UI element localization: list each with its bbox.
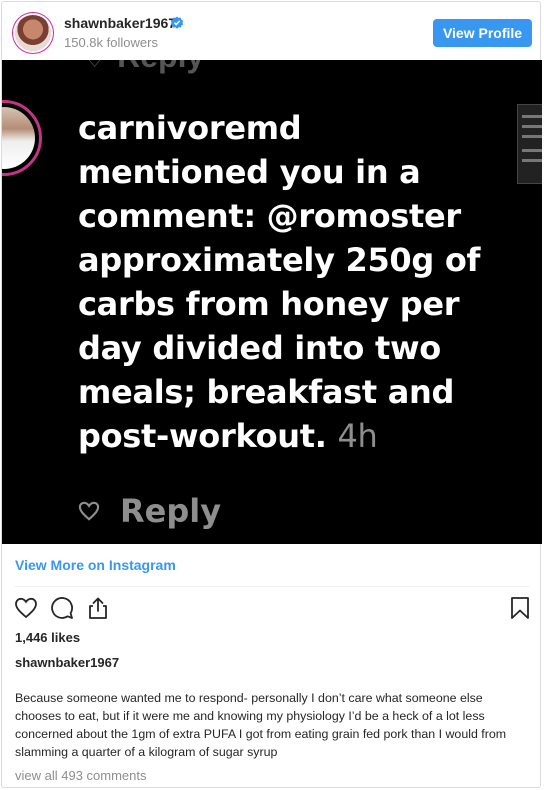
commenter-username: carnivoremd [78,109,302,147]
action-bar [14,596,530,620]
mention-handle: @romoster [266,197,462,235]
comment-icon[interactable] [50,596,74,620]
bottom-reply-text: Reply [78,492,221,530]
bookmark-icon[interactable] [508,596,532,620]
mention-notification-text: carnivoremd mentioned you in a comment: … [78,106,518,458]
commenter-avatar [2,100,42,176]
instagram-embed-card: shawnbaker1967 150.8k followers View Pro… [1,1,542,788]
follower-count: 150.8k followers [64,35,158,50]
divider [15,586,529,587]
mention-comment: approximately 250g of carbs from honey p… [78,241,481,455]
post-header: shawnbaker1967 150.8k followers View Pro… [2,2,542,60]
likes-count[interactable]: 1,446 likes [15,630,80,645]
top-reply-text: ♡Reply [82,60,204,75]
heart-outline-icon: ♡ [82,60,107,73]
view-all-comments-link[interactable]: view all 493 comments [15,768,147,783]
view-profile-button[interactable]: View Profile [433,19,532,47]
view-more-on-instagram-link[interactable]: View More on Instagram [15,557,176,573]
post-media-image[interactable]: ♡Reply carnivoremd mentioned you in a co… [2,60,542,544]
verified-badge-icon [170,16,184,29]
side-thumbnail [517,104,542,184]
caption-username[interactable]: shawnbaker1967 [15,655,119,670]
caption-text: Because someone wanted me to respond- pe… [15,691,507,759]
mention-time: 4h [337,417,378,455]
share-icon[interactable] [86,596,110,620]
profile-avatar[interactable] [15,15,51,51]
header-username[interactable]: shawnbaker1967 [64,15,176,31]
heart-outline-icon [78,501,100,521]
heart-icon[interactable] [14,596,38,620]
